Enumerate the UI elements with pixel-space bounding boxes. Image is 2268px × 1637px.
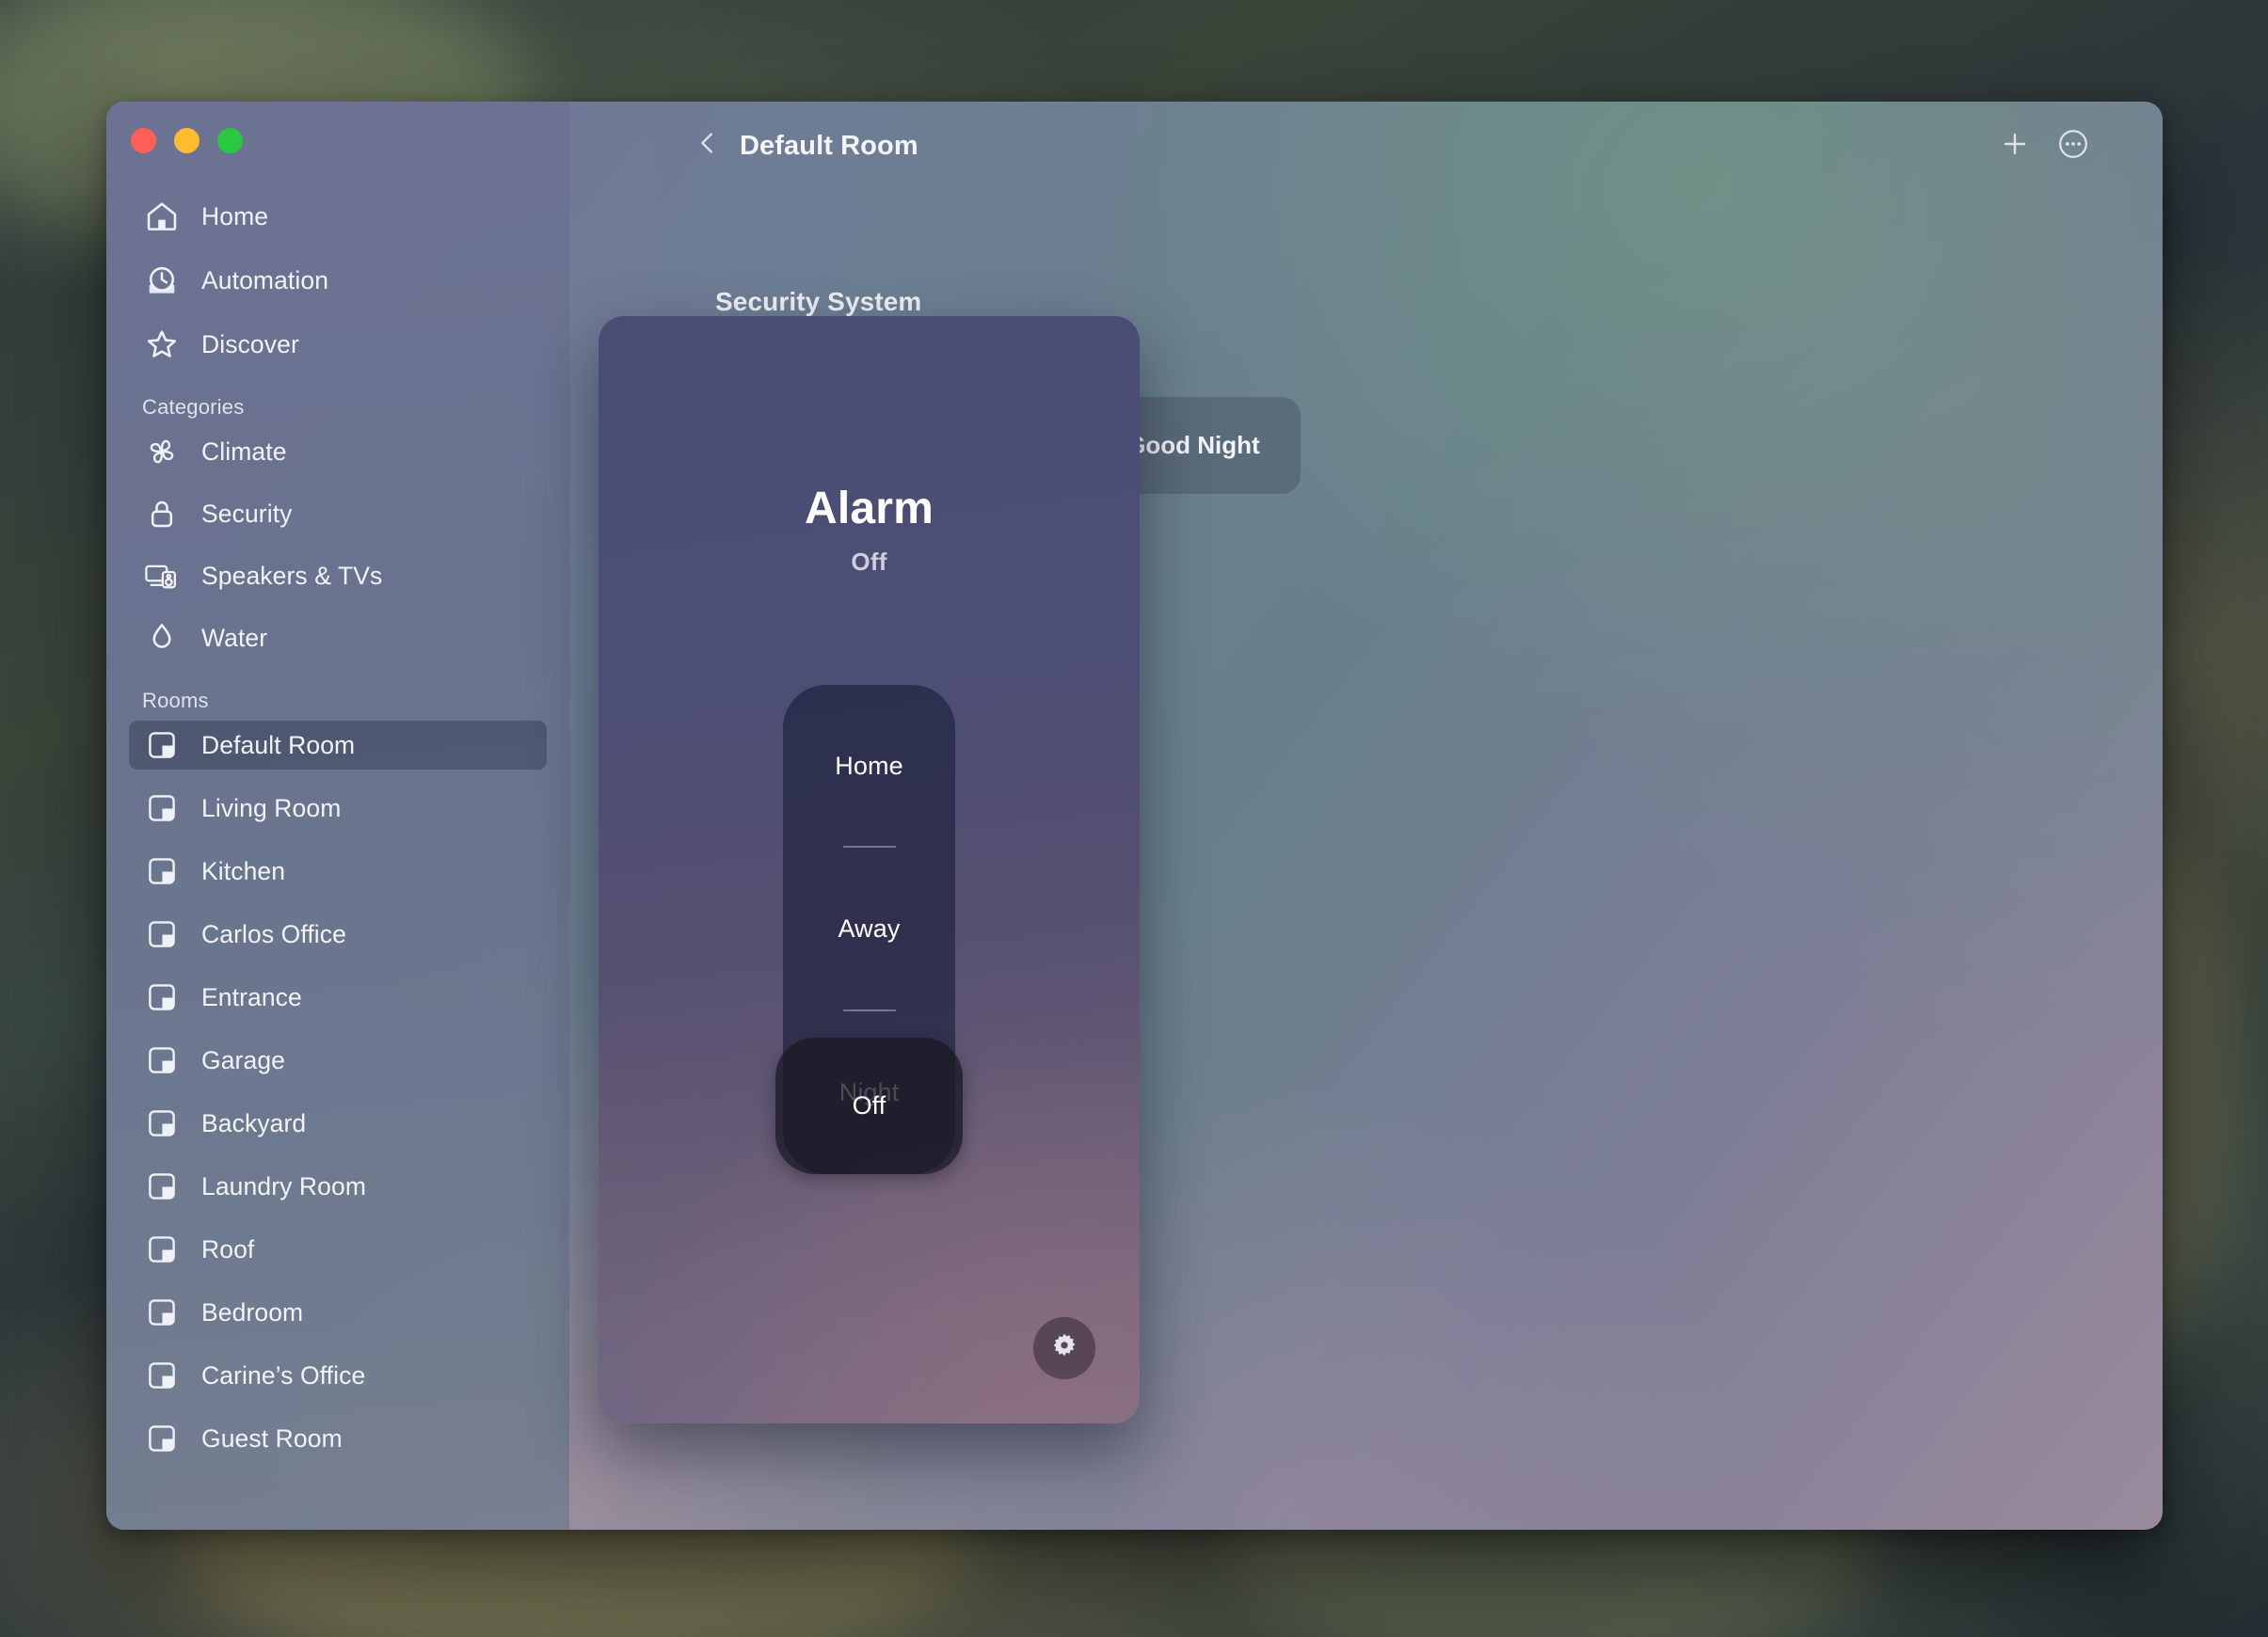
room-icon bbox=[142, 1419, 182, 1458]
sidebar-item-water[interactable]: Water bbox=[129, 613, 547, 662]
sidebar-item-security[interactable]: Security bbox=[129, 489, 547, 538]
toolbar: Default Room bbox=[569, 102, 2163, 188]
fan-icon bbox=[142, 432, 182, 471]
sidebar-item-carlos-office[interactable]: Carlos Office bbox=[129, 910, 547, 959]
sidebar-item-climate[interactable]: Climate bbox=[129, 427, 547, 476]
gear-icon bbox=[1048, 1330, 1080, 1367]
sidebar-item-speakers-tvs[interactable]: Speakers & TVs bbox=[129, 551, 547, 600]
plus-icon bbox=[1999, 128, 2031, 165]
back-button[interactable] bbox=[687, 122, 728, 167]
clock-house-icon bbox=[142, 261, 182, 300]
sidebar-categories-list: Climate Security Speakers & TVs Water bbox=[106, 427, 569, 662]
room-icon bbox=[142, 914, 182, 954]
sidebar-item-label: Roof bbox=[201, 1234, 255, 1264]
sidebar-item-label: Entrance bbox=[201, 982, 302, 1011]
water-drop-icon bbox=[142, 618, 182, 658]
ellipsis-circle-icon bbox=[2056, 127, 2090, 166]
alarm-mode-home[interactable]: Home bbox=[783, 685, 955, 849]
sidebar-item-garage[interactable]: Garage bbox=[129, 1036, 547, 1085]
alarm-mode-label: Home bbox=[835, 752, 903, 781]
room-icon bbox=[142, 1293, 182, 1332]
room-icon bbox=[142, 1041, 182, 1080]
sidebar-item-label: Water bbox=[201, 623, 268, 652]
sidebar-item-label: Discover bbox=[201, 329, 299, 358]
alarm-state: Off bbox=[851, 548, 887, 576]
chevron-left-icon bbox=[694, 127, 722, 164]
sidebar-primary-nav: Home Automation Discover bbox=[106, 192, 569, 369]
sidebar-rooms-list: Default Room Living Room Kitchen Carlos … bbox=[106, 721, 569, 1463]
room-icon bbox=[142, 725, 182, 765]
alarm-mode-off[interactable]: Off bbox=[775, 1038, 963, 1174]
sidebar-group-title-categories: Categories bbox=[142, 395, 245, 419]
more-options-button[interactable] bbox=[2052, 124, 2095, 167]
sidebar-item-label: Kitchen bbox=[201, 856, 286, 885]
sidebar-item-label: Security bbox=[201, 499, 293, 528]
section-title: Security System bbox=[715, 287, 922, 316]
close-button[interactable] bbox=[131, 128, 156, 153]
sidebar-item-label: Laundry Room bbox=[201, 1171, 367, 1200]
settings-button[interactable] bbox=[1033, 1317, 1095, 1379]
home-app-window: Security System Leave Home bbox=[106, 102, 2163, 1530]
alarm-mode-selector[interactable]: Home Away Night Off bbox=[775, 685, 963, 1174]
sidebar-item-entrance[interactable]: Entrance bbox=[129, 973, 547, 1022]
sidebar-item-label: Backyard bbox=[201, 1108, 307, 1137]
star-icon bbox=[142, 325, 182, 364]
sidebar: Home Automation Discover Categories Clim… bbox=[106, 102, 569, 1530]
sidebar-item-guest-room[interactable]: Guest Room bbox=[129, 1414, 547, 1463]
sidebar-item-label: Guest Room bbox=[201, 1423, 343, 1453]
sidebar-item-label: Bedroom bbox=[201, 1297, 304, 1327]
sidebar-item-bedroom[interactable]: Bedroom bbox=[129, 1288, 547, 1337]
lock-icon bbox=[142, 494, 182, 533]
sidebar-item-label: Speakers & TVs bbox=[201, 561, 383, 590]
sidebar-item-label: Automation bbox=[201, 265, 329, 294]
sidebar-item-laundry-room[interactable]: Laundry Room bbox=[129, 1162, 547, 1211]
sidebar-item-label: Garage bbox=[201, 1045, 285, 1074]
scene-label: Good Night bbox=[1126, 431, 1260, 459]
sidebar-inner: Home Automation Discover Categories Clim… bbox=[106, 102, 569, 1530]
sidebar-item-automation[interactable]: Automation bbox=[129, 256, 547, 305]
traffic-lights bbox=[131, 128, 243, 153]
sidebar-item-label: Carine’s Office bbox=[201, 1360, 366, 1390]
sidebar-item-carines-office[interactable]: Carine’s Office bbox=[129, 1351, 547, 1400]
page-title: Default Room bbox=[740, 131, 918, 161]
alarm-mode-away[interactable]: Away bbox=[783, 848, 955, 1011]
room-icon bbox=[142, 1230, 182, 1269]
add-button[interactable] bbox=[1993, 124, 2036, 167]
sidebar-item-discover[interactable]: Discover bbox=[129, 320, 547, 369]
room-icon bbox=[142, 1104, 182, 1143]
maximize-button[interactable] bbox=[217, 128, 243, 153]
sidebar-item-label: Default Room bbox=[201, 730, 356, 759]
alarm-mode-label: Off bbox=[852, 1091, 886, 1120]
alarm-mode-label: Away bbox=[838, 914, 901, 944]
sidebar-item-living-room[interactable]: Living Room bbox=[129, 784, 547, 833]
sidebar-item-kitchen[interactable]: Kitchen bbox=[129, 847, 547, 896]
sidebar-item-home[interactable]: Home bbox=[129, 192, 547, 241]
room-icon bbox=[142, 1167, 182, 1206]
sidebar-group-title-rooms: Rooms bbox=[142, 689, 209, 712]
sidebar-item-label: Climate bbox=[201, 437, 287, 466]
alarm-popover: Alarm Off Home Away Night Off bbox=[599, 316, 1140, 1423]
minimize-button[interactable] bbox=[174, 128, 200, 153]
sidebar-item-backyard[interactable]: Backyard bbox=[129, 1099, 547, 1148]
room-icon bbox=[142, 788, 182, 828]
room-icon bbox=[142, 1356, 182, 1395]
sidebar-item-roof[interactable]: Roof bbox=[129, 1225, 547, 1274]
room-icon bbox=[142, 977, 182, 1017]
tv-speaker-icon bbox=[142, 556, 182, 596]
sidebar-item-label: Living Room bbox=[201, 793, 342, 822]
sidebar-item-label: Home bbox=[201, 201, 269, 230]
sidebar-item-label: Carlos Office bbox=[201, 919, 346, 948]
house-icon bbox=[142, 197, 182, 236]
room-icon bbox=[142, 851, 182, 891]
alarm-title: Alarm bbox=[804, 484, 934, 533]
sidebar-item-default-room[interactable]: Default Room bbox=[129, 721, 547, 770]
